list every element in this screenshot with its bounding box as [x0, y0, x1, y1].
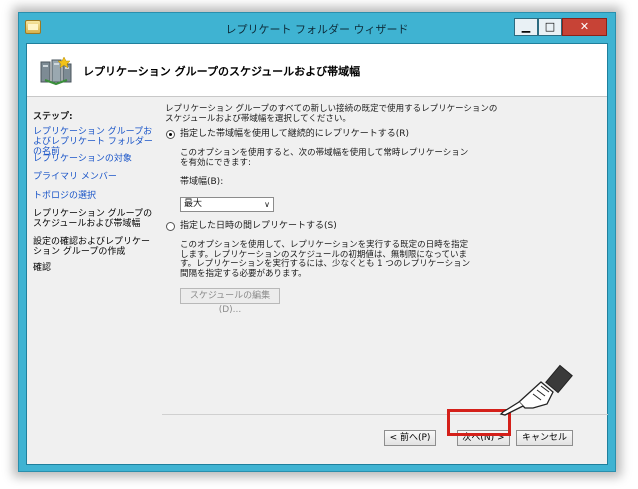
title-bar[interactable]: レプリケート フォルダー ウィザード ▁ □ ✕ — [19, 13, 615, 43]
bandwidth-label: 帯域幅(B): — [180, 177, 224, 187]
minimize-button[interactable]: ▁ — [514, 18, 538, 36]
continuous-replication-desc: このオプションを使用すると、次の帯域幅を使用して常時レプリケーションを有効にでき… — [180, 148, 469, 168]
steps-panel: ステップ: レプリケーション グループおよびレプリケート フォルダーの名前 レプ… — [27, 97, 157, 465]
step-schedule-bandwidth: レプリケーション グループのスケジュールおよび帯域幅 — [33, 209, 153, 229]
minimize-icon: ▁ — [521, 20, 531, 33]
close-button[interactable]: ✕ — [562, 18, 607, 36]
back-button[interactable]: < 前へ(P) — [384, 430, 436, 446]
step-primary-member[interactable]: プライマリ メンバー — [33, 172, 155, 182]
steps-heading: ステップ: — [33, 112, 73, 122]
scheduled-replication-radio[interactable] — [166, 222, 175, 231]
step-topology[interactable]: トポロジの選択 — [33, 191, 155, 201]
edit-schedule-button[interactable]: スケジュールの編集(D)... — [180, 288, 280, 315]
step-confirmation: 確認 — [33, 263, 52, 273]
step-group-name[interactable]: レプリケーション グループおよびレプリケート フォルダーの名前 — [33, 127, 155, 157]
wizard-header: レプリケーション グループのスケジュールおよび帯域幅 — [27, 44, 607, 97]
continuous-replication-label[interactable]: 指定した帯域幅を使用して継続的にレプリケートする(R) — [180, 129, 500, 140]
bandwidth-value: 最大 — [184, 199, 203, 209]
page-title: レプリケーション グループのスケジュールおよび帯域幅 — [83, 65, 361, 78]
bandwidth-select[interactable]: 最大 ∨ — [180, 197, 274, 212]
close-icon: ✕ — [579, 20, 590, 33]
scheduled-replication-desc: このオプションを使用して、レプリケーションを実行する既定の日時を指定します。レプ… — [180, 240, 471, 279]
pointing-hand-icon — [499, 364, 573, 416]
step-review-create: 設定の確認およびレプリケーション グループの作成 — [33, 237, 151, 257]
intro-text: レプリケーション グループのすべての新しい接続の既定で使用するレプリケーションの… — [165, 104, 498, 124]
scheduled-replication-label[interactable]: 指定した日時の間レプリケートする(S) — [180, 221, 500, 232]
continuous-replication-radio[interactable] — [166, 130, 175, 139]
chevron-down-icon: ∨ — [264, 200, 270, 209]
step-replication-target[interactable]: レプリケーションの対象 — [33, 154, 155, 164]
maximize-button[interactable]: □ — [538, 18, 562, 36]
maximize-icon: □ — [544, 20, 556, 33]
server-replication-icon — [40, 56, 72, 86]
cancel-button[interactable]: キャンセル — [516, 430, 573, 446]
